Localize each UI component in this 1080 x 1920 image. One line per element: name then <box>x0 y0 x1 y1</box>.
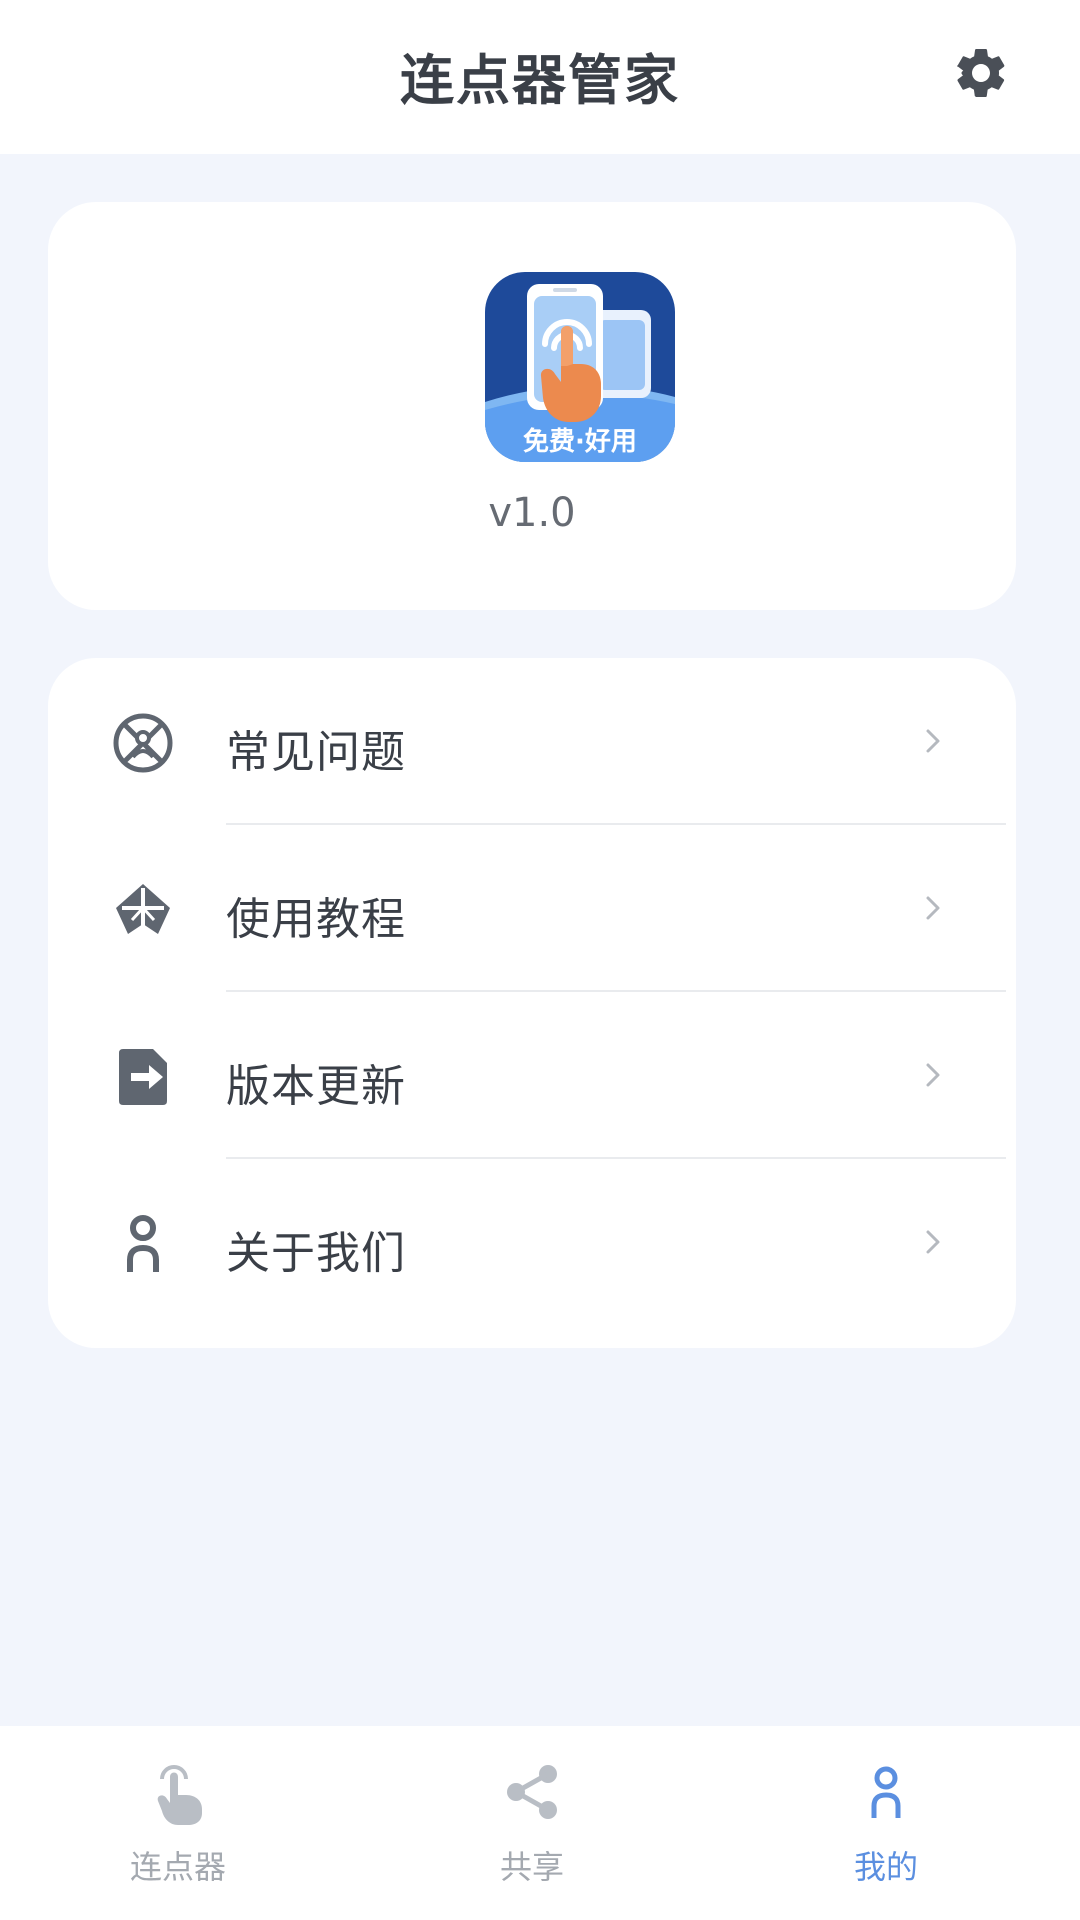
profile-icon <box>850 1756 922 1828</box>
svg-text:免费·好用: 免费·好用 <box>523 426 637 457</box>
menu-item-faq[interactable]: 常见问题 <box>48 658 1016 825</box>
chevron-right-icon <box>918 1219 948 1265</box>
tab-label: 我的 <box>853 1848 918 1886</box>
version-label: v1.0 <box>488 490 576 536</box>
about-icon <box>110 1211 176 1277</box>
update-icon <box>110 1044 176 1110</box>
menu-list: 常见问题 使用教程 版本更新 关于我们 <box>48 658 1016 1348</box>
menu-item-label: 关于我们 <box>226 1228 406 1279</box>
settings-button[interactable] <box>944 36 1018 110</box>
chevron-right-icon <box>918 885 948 931</box>
tab-mine[interactable]: 我的 <box>786 1726 986 1920</box>
app-logo: 免费·好用 <box>485 272 675 462</box>
bottom-navigation: 连点器 共享 我的 <box>0 1726 1080 1920</box>
chevron-right-icon <box>918 1052 948 1098</box>
tutorial-icon <box>110 877 176 943</box>
faq-icon <box>110 710 176 776</box>
tab-clicker[interactable]: 连点器 <box>78 1726 278 1920</box>
tab-label: 连点器 <box>129 1848 226 1886</box>
chevron-right-icon <box>918 718 948 764</box>
menu-item-label: 使用教程 <box>226 894 406 945</box>
tap-hand-icon <box>142 1756 214 1828</box>
menu-item-label: 常见问题 <box>226 727 406 778</box>
menu-item-update[interactable]: 版本更新 <box>48 992 1016 1159</box>
tab-share[interactable]: 共享 <box>432 1726 632 1920</box>
top-app-bar: 连点器管家 <box>0 0 1080 154</box>
menu-item-tutorial[interactable]: 使用教程 <box>48 825 1016 992</box>
share-icon <box>496 1756 568 1828</box>
page-title: 连点器管家 <box>400 49 680 112</box>
app-info-card: 免费·好用 v1.0 <box>48 202 1016 610</box>
menu-item-label: 版本更新 <box>226 1061 406 1112</box>
tab-label: 共享 <box>499 1848 564 1886</box>
gear-icon <box>956 48 1005 97</box>
menu-item-about[interactable]: 关于我们 <box>48 1159 1016 1326</box>
profile-page: 连点器管家 免费·好用 v1.0 常见问题 使用教程 版本更新 关于我们 连点器… <box>0 0 1080 1920</box>
